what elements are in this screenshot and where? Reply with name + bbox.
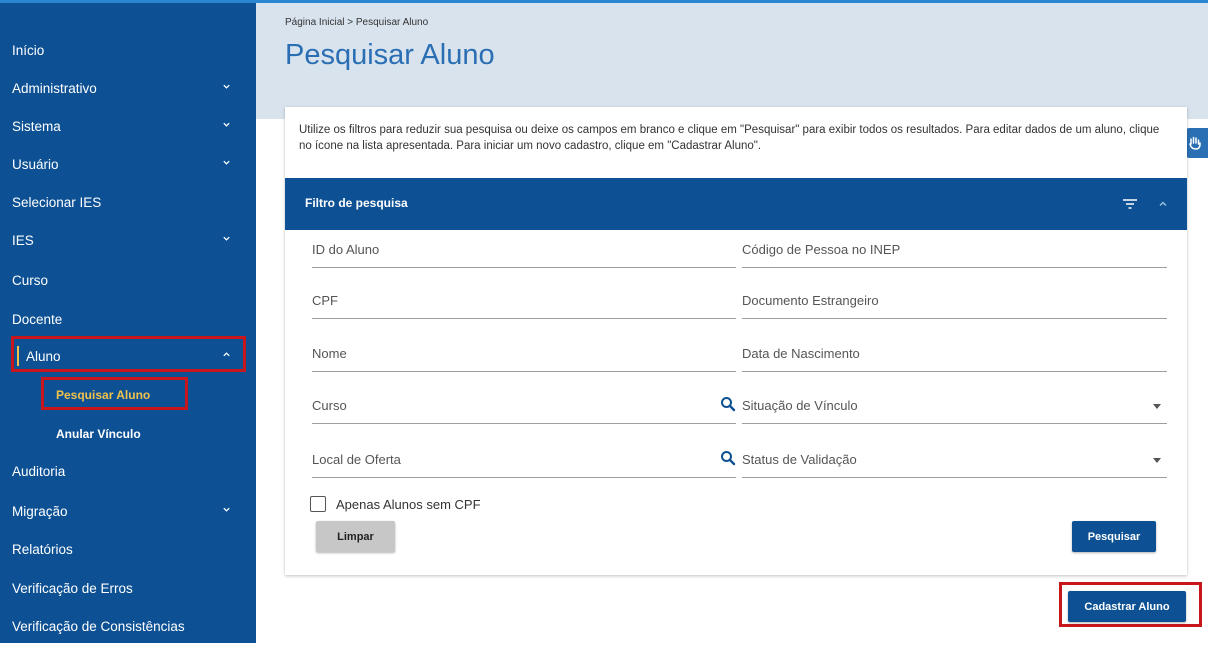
field-label: Documento Estrangeiro xyxy=(742,293,879,308)
chevron-down-icon xyxy=(223,122,230,127)
chevron-up-icon xyxy=(223,352,230,357)
sidebar-item-label: Relatórios xyxy=(12,541,73,557)
sidebar-item-relatorios[interactable]: Relatórios xyxy=(0,530,256,568)
active-indicator xyxy=(17,346,19,366)
search-icon[interactable] xyxy=(720,450,736,466)
situacao-vinculo-select[interactable]: Situação de Vínculo xyxy=(742,386,1167,424)
sidebar-item-usuario[interactable]: Usuário xyxy=(0,145,256,183)
curso-field[interactable]: Curso xyxy=(312,386,736,424)
chevron-down-icon xyxy=(223,160,230,165)
sidebar-item-aluno[interactable]: Aluno xyxy=(0,337,256,375)
sidebar-item-label: Verificação de Erros xyxy=(12,580,133,596)
chevron-up-icon[interactable] xyxy=(1158,199,1168,209)
sidebar-item-verificacao-consistencias[interactable]: Verificação de Consistências xyxy=(0,607,256,645)
sidebar-item-label: Selecionar IES xyxy=(12,194,102,210)
caret-down-icon xyxy=(1153,404,1161,409)
sidebar-item-label: Migração xyxy=(12,503,68,519)
sidebar-item-selecionar-ies[interactable]: Selecionar IES xyxy=(0,183,256,221)
field-label: Local de Oferta xyxy=(312,452,401,467)
sidebar-item-label: Verificação de Consistências xyxy=(12,618,185,634)
page-title: Pesquisar Aluno xyxy=(285,39,495,71)
sidebar-item-label: Administrativo xyxy=(12,80,97,96)
cadastrar-aluno-button[interactable]: Cadastrar Aluno xyxy=(1068,591,1186,622)
data-nascimento-field[interactable]: Data de Nascimento xyxy=(742,334,1167,372)
sidebar-item-inicio[interactable]: Início xyxy=(0,31,256,69)
sidebar-item-verificacao-erros[interactable]: Verificação de Erros xyxy=(0,569,256,607)
field-label: Curso xyxy=(312,398,347,413)
sidebar-subitem-anular-vinculo[interactable]: Anular Vínculo xyxy=(0,415,256,453)
sidebar-item-migracao[interactable]: Migração xyxy=(0,492,256,530)
id-aluno-field[interactable]: ID do Aluno xyxy=(312,230,736,268)
field-label: Data de Nascimento xyxy=(742,346,860,361)
caret-down-icon xyxy=(1153,458,1161,463)
limpar-button[interactable]: Limpar xyxy=(316,521,395,552)
sidebar-item-curso[interactable]: Curso xyxy=(0,261,256,299)
intro-text: Utilize os filtros para reduzir sua pesq… xyxy=(299,124,1160,152)
sidebar-item-auditoria[interactable]: Auditoria xyxy=(0,452,256,490)
sidebar-item-label: Início xyxy=(12,42,45,58)
sidebar: Início Administrativo Sistema Usuário Se… xyxy=(0,3,256,643)
sidebar-item-label: Aluno xyxy=(26,348,61,364)
codigo-inep-field[interactable]: Código de Pessoa no INEP xyxy=(742,230,1167,268)
status-validacao-select[interactable]: Status de Validação xyxy=(742,440,1167,478)
cpf-field[interactable]: CPF xyxy=(312,281,736,319)
sidebar-item-label: Anular Vínculo xyxy=(56,427,141,441)
chevron-down-icon xyxy=(223,236,230,241)
sidebar-item-label: Usuário xyxy=(12,156,59,172)
sidebar-item-sistema[interactable]: Sistema xyxy=(0,107,256,145)
page-header: Página Inicial > Pesquisar Aluno Pesquis… xyxy=(256,3,1208,119)
sidebar-item-label: Auditoria xyxy=(12,463,66,479)
field-label: Status de Validação xyxy=(742,452,857,467)
filter-header[interactable]: Filtro de pesquisa xyxy=(285,178,1187,230)
sidebar-item-ies[interactable]: IES xyxy=(0,221,256,259)
sidebar-item-docente[interactable]: Docente xyxy=(0,300,256,338)
field-label: Nome xyxy=(312,346,347,361)
sidebar-subitem-pesquisar-aluno[interactable]: Pesquisar Aluno xyxy=(0,376,256,414)
sidebar-item-label: Curso xyxy=(12,272,49,288)
field-label: Situação de Vínculo xyxy=(742,398,858,413)
chevron-down-icon xyxy=(223,84,230,89)
field-label: ID do Aluno xyxy=(312,242,380,257)
local-oferta-field[interactable]: Local de Oferta xyxy=(312,440,736,478)
filter-title: Filtro de pesquisa xyxy=(305,196,408,210)
pesquisar-button[interactable]: Pesquisar xyxy=(1072,521,1156,552)
sidebar-item-label: Docente xyxy=(12,311,63,327)
filter-icon[interactable] xyxy=(1123,199,1137,209)
sidebar-item-administrativo[interactable]: Administrativo xyxy=(0,69,256,107)
documento-estrangeiro-field[interactable]: Documento Estrangeiro xyxy=(742,281,1167,319)
sidebar-item-label: Sistema xyxy=(12,118,61,134)
breadcrumb: Página Inicial > Pesquisar Aluno xyxy=(285,17,429,28)
hand-icon xyxy=(1189,136,1201,150)
checkbox-label: Apenas Alunos sem CPF xyxy=(336,496,481,512)
sidebar-item-label: Pesquisar Aluno xyxy=(56,388,151,402)
sem-cpf-option: Apenas Alunos sem CPF xyxy=(310,496,481,512)
chevron-down-icon xyxy=(223,507,230,512)
sem-cpf-checkbox[interactable] xyxy=(310,496,326,512)
field-label: CPF xyxy=(312,293,338,308)
search-icon[interactable] xyxy=(720,396,736,412)
sidebar-item-label: IES xyxy=(12,232,34,248)
nome-field[interactable]: Nome xyxy=(312,334,736,372)
field-label: Código de Pessoa no INEP xyxy=(742,242,901,257)
